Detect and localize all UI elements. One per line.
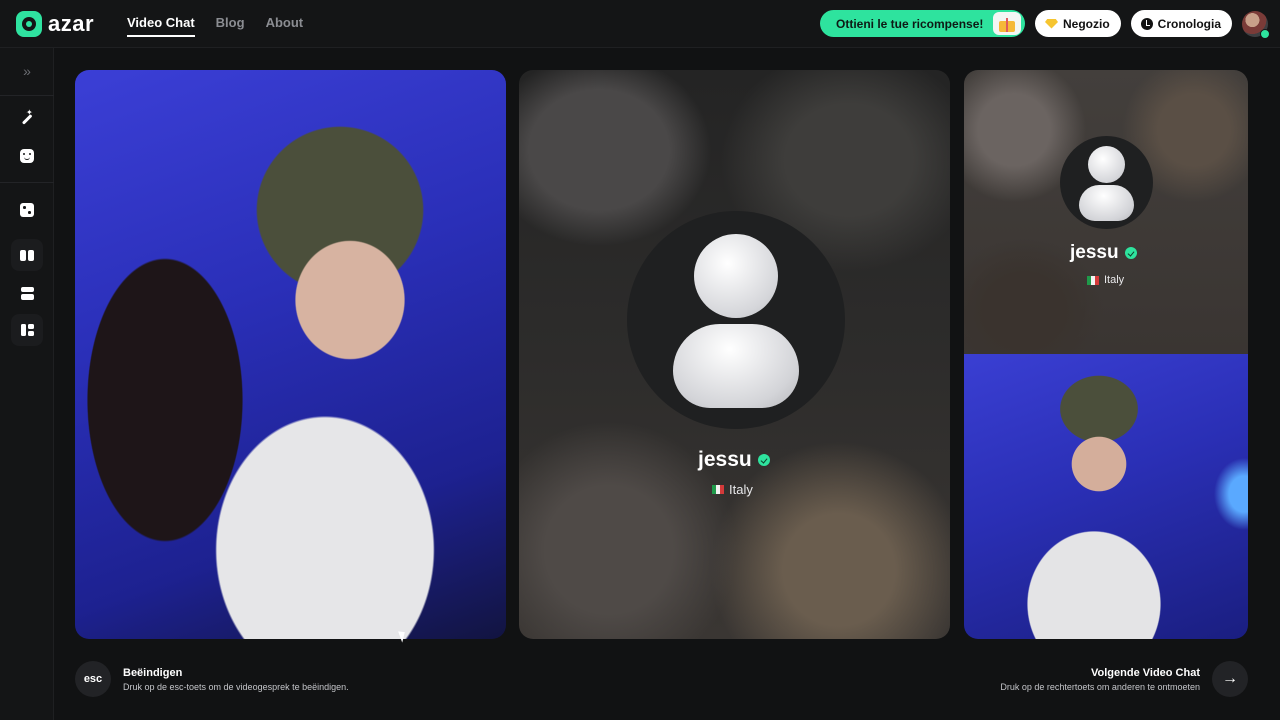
rewards-label: Ottieni le tue ricompense!	[836, 16, 984, 31]
country-text: Italy	[1104, 274, 1125, 286]
self-camera-video	[75, 70, 506, 639]
next-chat-button[interactable]: →	[1212, 661, 1248, 697]
username-text: jessu	[698, 448, 752, 471]
effects-button[interactable]	[11, 103, 43, 135]
random-dice-icon	[20, 203, 34, 217]
azar-logo-icon	[16, 11, 42, 37]
verified-badge-icon	[1124, 247, 1137, 259]
italy-flag-icon	[1087, 275, 1099, 285]
next-chat-title: Volgende Video Chat	[1091, 667, 1200, 679]
magic-wand-icon	[20, 108, 34, 126]
top-header: azar Video Chat Blog About Ottieni le tu…	[0, 0, 1280, 48]
expand-chevron-icon: »	[23, 63, 31, 79]
avatar-body	[1079, 185, 1134, 221]
avatar-head	[694, 234, 778, 318]
esc-key-label: esc	[83, 673, 103, 685]
avatar-body	[673, 324, 799, 408]
rewards-button[interactable]: Ottieni le tue ricompense!	[820, 10, 1025, 37]
layout-rows-icon	[20, 286, 34, 300]
italy-flag-icon	[712, 485, 724, 494]
sidebar-divider	[0, 182, 54, 183]
face-filter-button[interactable]	[11, 140, 43, 172]
partner-avatar-large	[627, 211, 845, 429]
partner-country: Italy	[712, 482, 753, 497]
partner-avatar-small	[1060, 136, 1153, 229]
expand-sidebar-button[interactable]: »	[11, 55, 43, 87]
gift-icon	[993, 12, 1021, 35]
layout-grid-button[interactable]	[11, 314, 43, 346]
header-actions: Ottieni le tue ricompense! Negozio Crono…	[820, 10, 1270, 39]
avatar-head	[1088, 146, 1125, 183]
end-chat-button[interactable]: esc	[75, 661, 111, 697]
end-chat-hint: Beëindigen Druk op de esc-toets om de vi…	[123, 667, 349, 692]
shop-label: Negozio	[1063, 16, 1110, 31]
logo-text: azar	[48, 11, 95, 36]
sidebar-divider	[0, 95, 54, 96]
layout-columns-button[interactable]	[11, 239, 43, 271]
layout-rows-button[interactable]	[11, 277, 43, 309]
avatar-status-badge	[1260, 28, 1270, 39]
partner-country-small: Italy	[1087, 274, 1124, 286]
layout-grid-icon	[20, 324, 34, 336]
end-chat-title: Beëindigen	[123, 667, 183, 679]
next-chat-description: Druk op de rechtertoets om anderen te on…	[1000, 682, 1200, 692]
random-button[interactable]	[11, 194, 43, 226]
self-preview-video	[964, 354, 1248, 639]
diamond-icon	[1045, 18, 1058, 29]
country-text: Italy	[729, 482, 753, 497]
end-chat-description: Druk op de esc-toets om de videogesprek …	[123, 682, 349, 692]
history-label: Cronologia	[1157, 16, 1221, 31]
user-avatar[interactable]	[1242, 10, 1270, 39]
main-nav: Video Chat Blog About	[127, 15, 303, 37]
left-sidebar: »	[0, 48, 54, 720]
layout-columns-icon	[20, 249, 34, 261]
arrow-right-icon: →	[1222, 670, 1238, 687]
verified-badge-icon	[757, 454, 770, 466]
shop-button[interactable]: Negozio	[1035, 10, 1121, 37]
history-button[interactable]: Cronologia	[1130, 10, 1232, 37]
partner-username: jessu	[698, 448, 770, 472]
nav-about[interactable]: About	[266, 15, 304, 37]
clock-icon	[1140, 17, 1153, 30]
azar-logo[interactable]: azar	[16, 11, 94, 37]
nav-blog[interactable]: Blog	[216, 15, 245, 37]
nav-video-chat[interactable]: Video Chat	[127, 15, 195, 37]
next-chat-hint: Volgende Video Chat Druk op de rechterto…	[1000, 667, 1200, 692]
username-text: jessu	[1070, 242, 1119, 263]
partner-username-small: jessu	[1070, 242, 1137, 264]
face-filter-icon	[20, 149, 34, 163]
